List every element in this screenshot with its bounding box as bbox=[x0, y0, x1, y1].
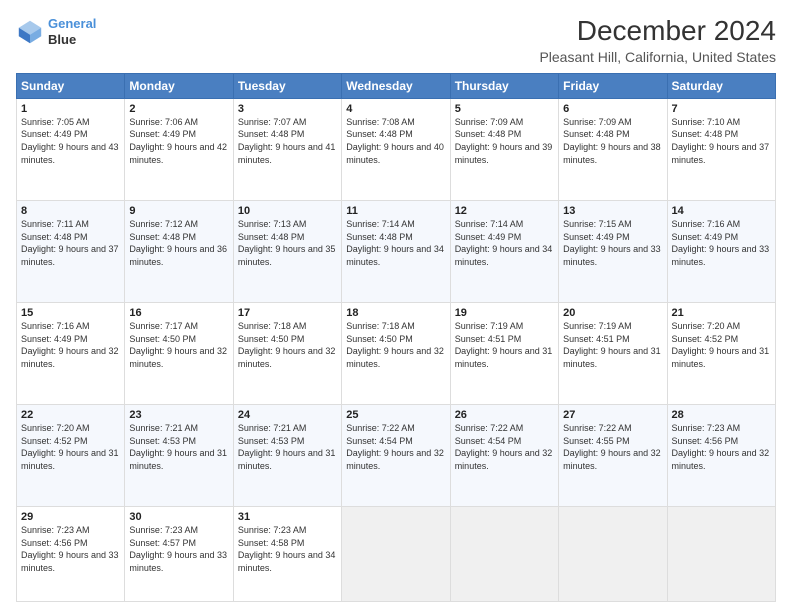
col-sunday: Sunday bbox=[17, 73, 125, 98]
table-row: 3Sunrise: 7:07 AMSunset: 4:48 PMDaylight… bbox=[233, 98, 341, 200]
table-row: 6Sunrise: 7:09 AMSunset: 4:48 PMDaylight… bbox=[559, 98, 667, 200]
table-row: 14Sunrise: 7:16 AMSunset: 4:49 PMDayligh… bbox=[667, 200, 775, 302]
col-saturday: Saturday bbox=[667, 73, 775, 98]
table-row bbox=[342, 507, 450, 602]
table-row: 26Sunrise: 7:22 AMSunset: 4:54 PMDayligh… bbox=[450, 405, 558, 507]
table-row: 16Sunrise: 7:17 AMSunset: 4:50 PMDayligh… bbox=[125, 303, 233, 405]
col-monday: Monday bbox=[125, 73, 233, 98]
table-row: 2Sunrise: 7:06 AMSunset: 4:49 PMDaylight… bbox=[125, 98, 233, 200]
table-row bbox=[559, 507, 667, 602]
table-row: 7Sunrise: 7:10 AMSunset: 4:48 PMDaylight… bbox=[667, 98, 775, 200]
title-block: December 2024 Pleasant Hill, California,… bbox=[539, 16, 776, 65]
table-row: 21Sunrise: 7:20 AMSunset: 4:52 PMDayligh… bbox=[667, 303, 775, 405]
table-row: 12Sunrise: 7:14 AMSunset: 4:49 PMDayligh… bbox=[450, 200, 558, 302]
logo-text: General Blue bbox=[48, 16, 96, 47]
col-tuesday: Tuesday bbox=[233, 73, 341, 98]
col-friday: Friday bbox=[559, 73, 667, 98]
table-row: 20Sunrise: 7:19 AMSunset: 4:51 PMDayligh… bbox=[559, 303, 667, 405]
table-row: 25Sunrise: 7:22 AMSunset: 4:54 PMDayligh… bbox=[342, 405, 450, 507]
main-title: December 2024 bbox=[539, 16, 776, 47]
calendar-table: Sunday Monday Tuesday Wednesday Thursday… bbox=[16, 73, 776, 602]
table-row: 28Sunrise: 7:23 AMSunset: 4:56 PMDayligh… bbox=[667, 405, 775, 507]
logo: General Blue bbox=[16, 16, 96, 47]
table-row: 4Sunrise: 7:08 AMSunset: 4:48 PMDaylight… bbox=[342, 98, 450, 200]
table-row: 24Sunrise: 7:21 AMSunset: 4:53 PMDayligh… bbox=[233, 405, 341, 507]
table-row: 8Sunrise: 7:11 AMSunset: 4:48 PMDaylight… bbox=[17, 200, 125, 302]
table-row: 17Sunrise: 7:18 AMSunset: 4:50 PMDayligh… bbox=[233, 303, 341, 405]
table-row: 22Sunrise: 7:20 AMSunset: 4:52 PMDayligh… bbox=[17, 405, 125, 507]
table-row: 18Sunrise: 7:18 AMSunset: 4:50 PMDayligh… bbox=[342, 303, 450, 405]
table-row: 13Sunrise: 7:15 AMSunset: 4:49 PMDayligh… bbox=[559, 200, 667, 302]
table-row: 23Sunrise: 7:21 AMSunset: 4:53 PMDayligh… bbox=[125, 405, 233, 507]
table-row: 29Sunrise: 7:23 AMSunset: 4:56 PMDayligh… bbox=[17, 507, 125, 602]
table-row: 5Sunrise: 7:09 AMSunset: 4:48 PMDaylight… bbox=[450, 98, 558, 200]
logo-icon bbox=[16, 18, 44, 46]
table-row: 10Sunrise: 7:13 AMSunset: 4:48 PMDayligh… bbox=[233, 200, 341, 302]
page-header: General Blue December 2024 Pleasant Hill… bbox=[16, 16, 776, 65]
table-row: 1Sunrise: 7:05 AMSunset: 4:49 PMDaylight… bbox=[17, 98, 125, 200]
col-wednesday: Wednesday bbox=[342, 73, 450, 98]
table-row: 9Sunrise: 7:12 AMSunset: 4:48 PMDaylight… bbox=[125, 200, 233, 302]
calendar-page: General Blue December 2024 Pleasant Hill… bbox=[0, 0, 792, 612]
table-row: 11Sunrise: 7:14 AMSunset: 4:48 PMDayligh… bbox=[342, 200, 450, 302]
col-thursday: Thursday bbox=[450, 73, 558, 98]
table-row: 19Sunrise: 7:19 AMSunset: 4:51 PMDayligh… bbox=[450, 303, 558, 405]
table-row bbox=[667, 507, 775, 602]
table-row: 15Sunrise: 7:16 AMSunset: 4:49 PMDayligh… bbox=[17, 303, 125, 405]
table-row: 31Sunrise: 7:23 AMSunset: 4:58 PMDayligh… bbox=[233, 507, 341, 602]
table-row: 27Sunrise: 7:22 AMSunset: 4:55 PMDayligh… bbox=[559, 405, 667, 507]
location-subtitle: Pleasant Hill, California, United States bbox=[539, 49, 776, 65]
table-row: 30Sunrise: 7:23 AMSunset: 4:57 PMDayligh… bbox=[125, 507, 233, 602]
table-row bbox=[450, 507, 558, 602]
calendar-header-row: Sunday Monday Tuesday Wednesday Thursday… bbox=[17, 73, 776, 98]
